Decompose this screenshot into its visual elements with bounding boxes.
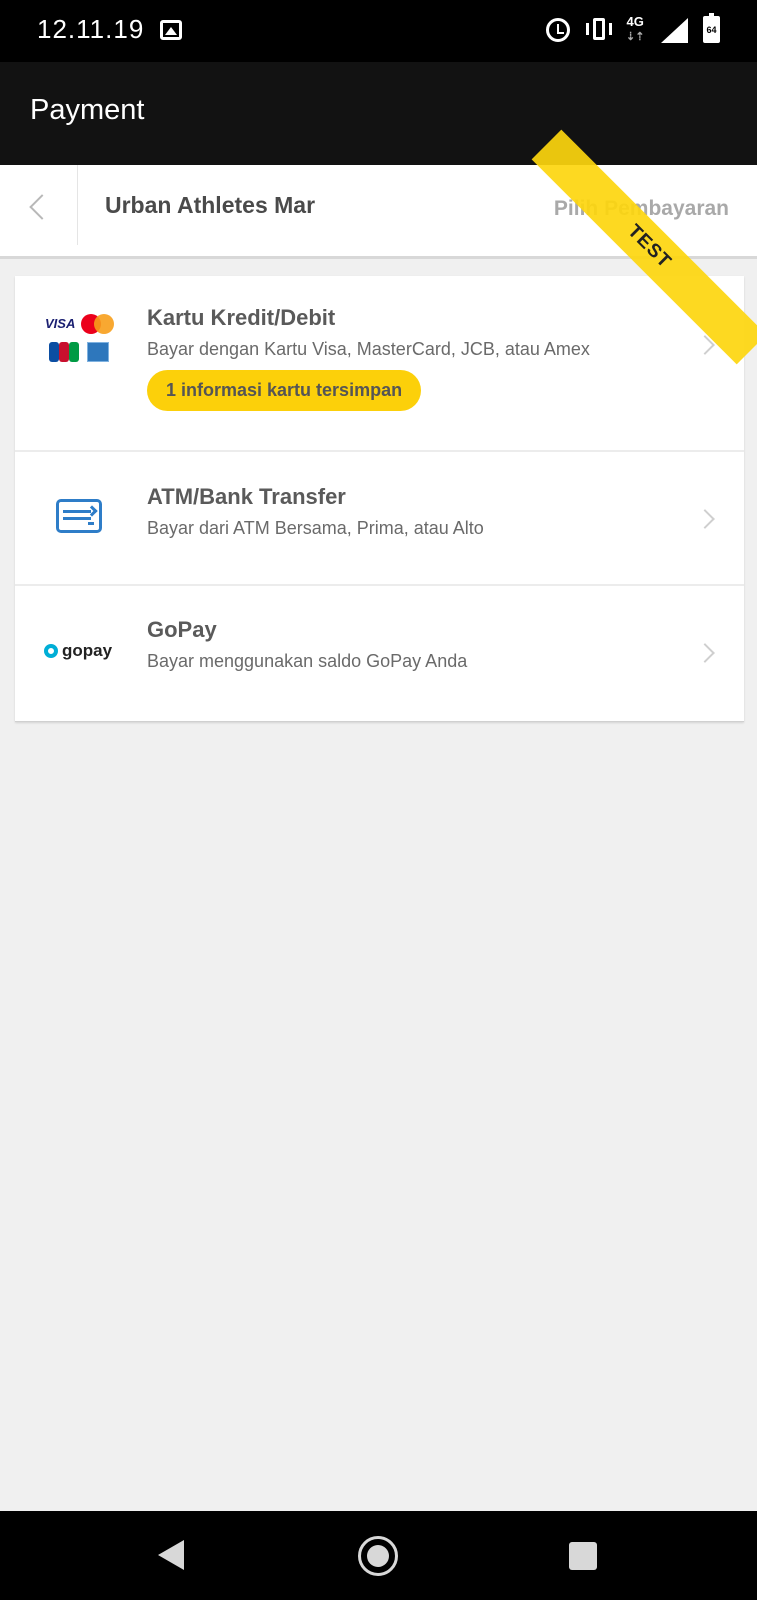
nav-home-icon[interactable] [358,1536,398,1576]
payment-method-atm[interactable]: ATM/Bank Transfer Bayar dari ATM Bersama… [15,452,744,586]
app-bar: Payment [0,62,757,165]
gopay-logo-text: gopay [62,641,113,660]
nav-recents-icon[interactable] [569,1542,597,1570]
signal-icon [661,18,688,43]
payment-method-subtitle: Bayar dari ATM Bersama, Prima, atau Alto [147,518,484,538]
payment-method-gopay[interactable]: gopay GoPay Bayar menggunakan saldo GoPa… [15,586,744,722]
visa-logo: VISA [45,316,76,331]
payment-method-title: Kartu Kredit/Debit [147,305,336,330]
payment-method-list: VISA Kartu Kredit/Debit Bayar dengan Kar… [15,276,744,722]
mastercard-logo-icon [81,314,115,334]
navigation-bar [0,1511,757,1600]
back-button[interactable] [0,165,78,245]
payment-method-card[interactable]: VISA Kartu Kredit/Debit Bayar dengan Kar… [15,276,744,452]
image-notification-icon [160,20,182,40]
chevron-left-icon [29,194,55,220]
bank-transfer-icon [56,499,102,533]
chevron-right-icon [695,643,715,663]
payment-method-title: ATM/Bank Transfer [147,484,346,509]
vibrate-icon [586,18,612,42]
status-bar: 12.11.19 4G ⇣⇡ 64 [0,0,757,62]
jcb-logo-icon [49,342,79,362]
merchant-subtitle: Pilih Pembayaran [553,197,729,220]
merchant-name: Urban Athletes Mar [105,192,316,218]
nav-back-icon[interactable] [158,1540,184,1570]
saved-card-badge: 1 informasi kartu tersimpan [147,370,422,411]
battery-icon: 64 [703,13,720,43]
battery-level: 64 [706,25,717,35]
card-brands-icon: VISA [45,314,117,370]
network-type-icon: 4G ⇣⇡ [626,15,644,44]
merchant-header: Urban Athletes Mar Pilih Pembayaran [0,165,757,259]
payment-method-title: GoPay [147,617,217,642]
chevron-right-icon [695,335,715,355]
amex-logo-icon [87,342,109,362]
page-title: Payment [30,94,145,126]
network-type-label: 4G [626,14,644,29]
payment-method-subtitle: Bayar dengan Kartu Visa, MasterCard, JCB… [147,339,590,359]
alarm-icon [546,18,570,42]
chevron-right-icon [695,509,715,529]
data-arrows-icon: ⇣⇡ [626,31,645,43]
payment-method-subtitle: Bayar menggunakan saldo GoPay Anda [147,651,468,671]
status-time: 12.11.19 [37,14,145,44]
gopay-logo-icon: gopay [44,641,112,661]
